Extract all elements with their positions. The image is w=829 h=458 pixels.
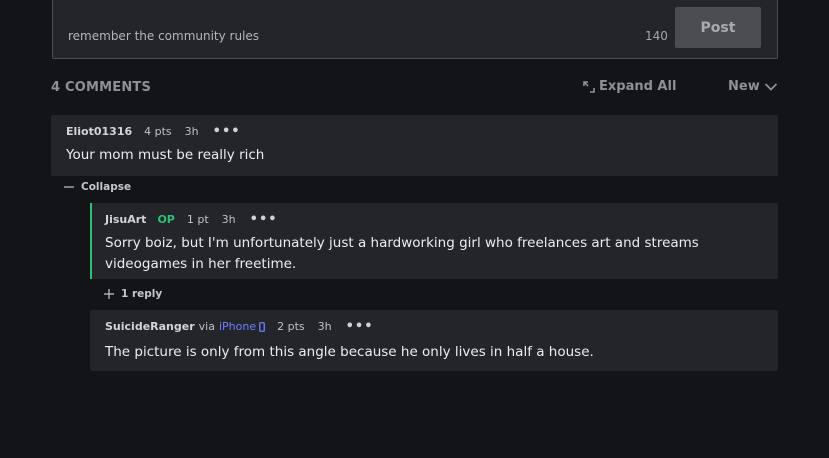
phone-icon <box>259 321 265 332</box>
op-badge: OP <box>157 213 175 226</box>
comment-composer[interactable]: remember the community rules 140 Post <box>52 0 778 59</box>
chevron-down-icon <box>764 82 777 91</box>
comment-body: Sorry boiz, but I'm unfortunately just a… <box>105 235 699 272</box>
sort-label: New <box>728 79 760 94</box>
via-label: via <box>198 320 215 333</box>
expand-icon <box>583 80 595 93</box>
more-options-icon[interactable]: ••• <box>250 212 278 227</box>
comments-count: 4 COMMENTS <box>51 80 152 95</box>
expand-all-label: Expand All <box>599 79 677 94</box>
replies-count: 1 reply <box>121 288 163 300</box>
post-button[interactable]: Post <box>675 7 761 48</box>
minus-icon <box>64 186 74 188</box>
character-count: 140 <box>645 29 668 43</box>
composer-placeholder[interactable]: remember the community rules <box>68 29 259 43</box>
expand-all-button[interactable]: Expand All <box>583 79 676 94</box>
comment-time: 3h <box>184 125 199 138</box>
comment-points: 2 pts <box>277 320 305 333</box>
comment: Eliot01316 4 pts 3h ••• Your mom must be… <box>51 115 778 176</box>
collapse-label: Collapse <box>81 181 132 193</box>
comment-meta: Eliot01316 4 pts 3h ••• <box>66 124 241 139</box>
comment-body: Your mom must be really rich <box>66 147 265 163</box>
show-replies-button[interactable]: 1 reply <box>104 288 162 300</box>
comment-time: 3h <box>317 320 332 333</box>
more-options-icon[interactable]: ••• <box>213 124 241 139</box>
comment-time: 3h <box>221 213 236 226</box>
sort-dropdown[interactable]: New <box>728 79 778 94</box>
comments-header: 4 COMMENTS Expand All New <box>51 79 778 97</box>
device-label: iPhone <box>218 320 257 333</box>
collapse-button[interactable]: Collapse <box>64 181 131 193</box>
comment-body: The picture is only from this angle beca… <box>105 344 594 360</box>
comment-meta: SuicideRanger via iPhone 2 pts 3h ••• <box>105 319 374 334</box>
comment-points: 4 pts <box>144 125 172 138</box>
comment-points: 1 pt <box>186 213 209 226</box>
comment-meta: JisuArt OP 1 pt 3h ••• <box>105 212 278 227</box>
comment: SuicideRanger via iPhone 2 pts 3h ••• Th… <box>90 310 778 371</box>
plus-icon <box>104 289 114 299</box>
comment-author[interactable]: Eliot01316 <box>66 125 132 138</box>
comment-author[interactable]: SuicideRanger <box>105 320 195 333</box>
comment: JisuArt OP 1 pt 3h ••• Sorry boiz, but I… <box>90 203 778 279</box>
more-options-icon[interactable]: ••• <box>346 319 374 334</box>
comment-author[interactable]: JisuArt <box>105 213 146 226</box>
op-highlight-bar <box>90 203 92 279</box>
